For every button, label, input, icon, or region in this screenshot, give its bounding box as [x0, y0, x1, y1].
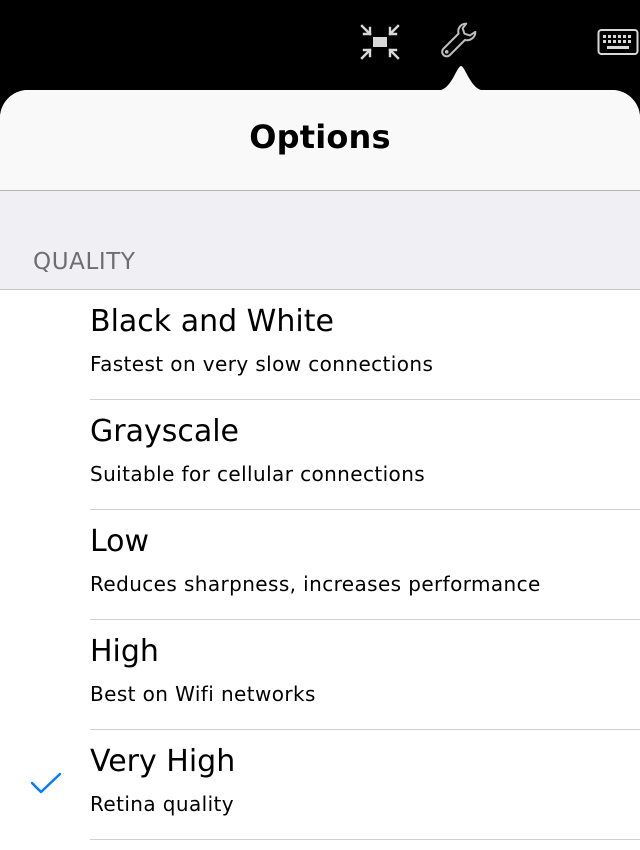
option-subtitle: Retina quality [90, 792, 235, 816]
quality-options-list: Black and White Fastest on very slow con… [0, 290, 640, 840]
popover-header: Options [0, 90, 640, 191]
option-subtitle: Suitable for cellular connections [90, 462, 426, 486]
section-header-quality: QUALITY [33, 249, 136, 275]
wrench-icon[interactable] [437, 20, 481, 60]
option-title: Low [90, 524, 150, 559]
option-subtitle: Reduces sharpness, increases performance [90, 572, 541, 596]
quality-option-grayscale[interactable]: Grayscale Suitable for cellular connecti… [90, 400, 640, 510]
grouped-section-spacer: QUALITY [0, 191, 640, 290]
popover-arrow [427, 62, 495, 92]
quality-option-black-and-white[interactable]: Black and White Fastest on very slow con… [90, 290, 640, 400]
option-title: High [90, 634, 159, 669]
quality-option-high[interactable]: High Best on Wifi networks [90, 620, 640, 730]
popover-title: Options [249, 118, 391, 156]
options-popover: Options QUALITY Black and White Fastest … [0, 90, 640, 850]
option-subtitle: Best on Wifi networks [90, 682, 316, 706]
keyboard-icon[interactable] [597, 28, 639, 58]
option-title: Very High [90, 744, 236, 779]
quality-option-low[interactable]: Low Reduces sharpness, increases perform… [90, 510, 640, 620]
option-subtitle: Fastest on very slow connections [90, 352, 434, 376]
quality-option-very-high[interactable]: Very High Retina quality [30, 730, 640, 840]
checkmark-icon [30, 772, 62, 796]
top-toolbar [0, 0, 640, 92]
option-title: Black and White [90, 304, 334, 339]
exit-fullscreen-icon[interactable] [358, 22, 402, 62]
option-title: Grayscale [90, 414, 240, 449]
